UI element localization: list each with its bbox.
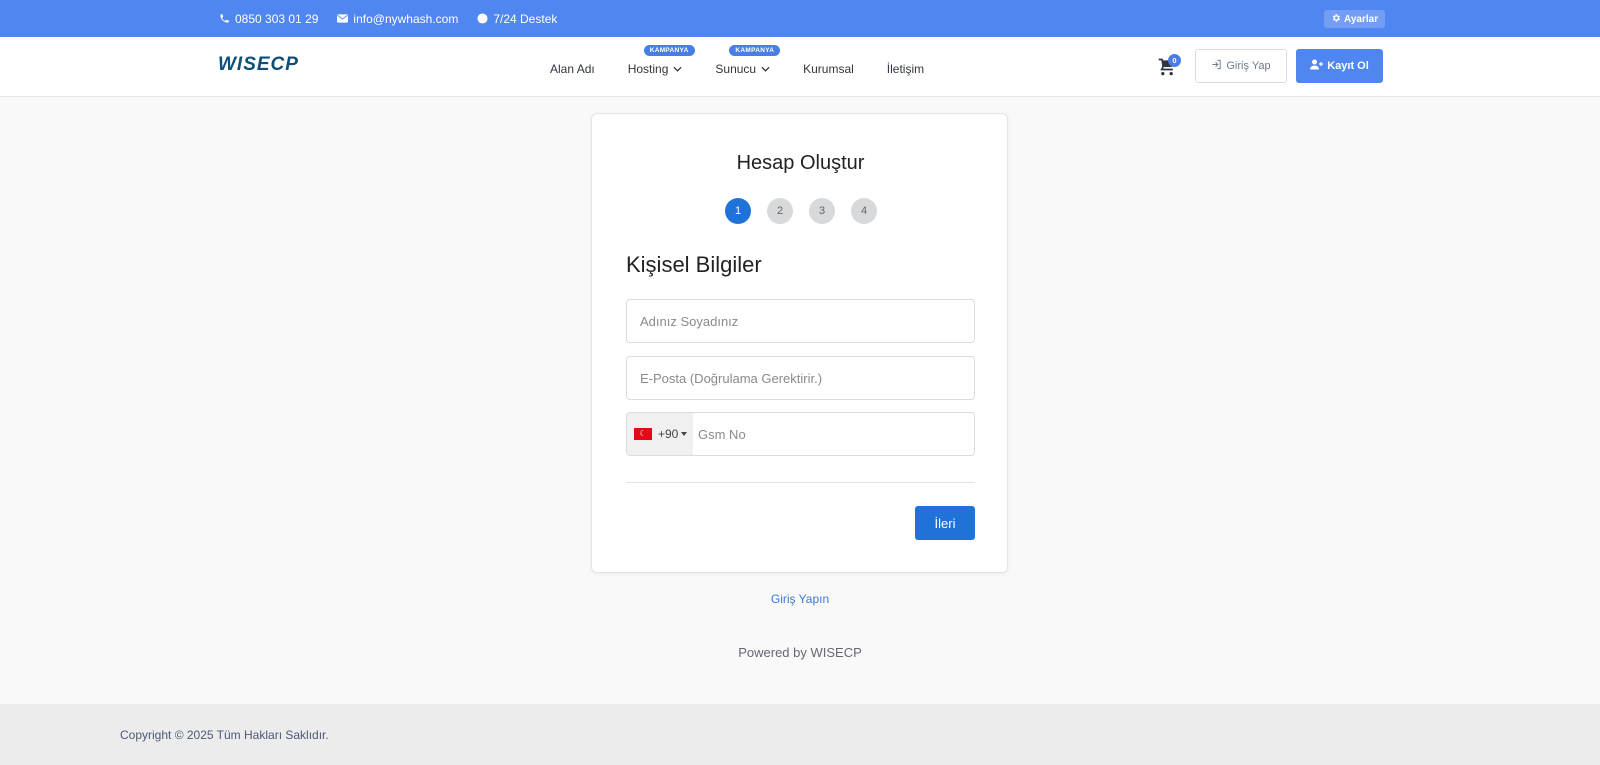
nav-label: Kurumsal (803, 61, 854, 76)
main-nav: Alan Adı KAMPANYA Hosting KAMPANYA Sunuc… (550, 37, 957, 97)
mail-icon (336, 13, 348, 25)
footer: Copyright © 2025 Tüm Hakları Saklıdır. (0, 704, 1600, 765)
support-contact: 7/24 Destek (476, 12, 557, 26)
section-title: Kişisel Bilgiler (626, 252, 762, 277)
campaign-badge: KAMPANYA (729, 45, 781, 56)
divider (626, 482, 975, 483)
support-text: 7/24 Destek (493, 11, 558, 26)
step-1: 1 (725, 198, 751, 224)
nav-label: İletişim (886, 61, 925, 76)
campaign-badge: KAMPANYA (643, 45, 695, 56)
nav-label: Hosting (627, 61, 669, 76)
step-3: 3 (809, 198, 835, 224)
nav-label: Alan Adı (550, 61, 595, 76)
full-name-input[interactable]: Adınız Soyadınız (626, 299, 975, 343)
next-button[interactable]: İleri (915, 506, 975, 540)
full-name-placeholder: Adınız Soyadınız (640, 313, 739, 329)
email-contact[interactable]: info@nywhash.com (336, 12, 458, 26)
step-2: 2 (767, 198, 793, 224)
login-button[interactable]: Giriş Yap (1195, 49, 1287, 83)
main-header: WISECP Alan Adı KAMPANYA Hosting KAMPANY… (0, 37, 1600, 97)
country-code-select[interactable]: ☾ +90 (627, 413, 693, 455)
login-label: Giriş Yap (1226, 60, 1271, 72)
email-placeholder: E-Posta (Doğrulama Gerektirir.) (640, 370, 823, 386)
step-4: 4 (851, 198, 877, 224)
nav-item-server[interactable]: KAMPANYA Sunucu (715, 37, 781, 97)
settings-button[interactable]: Ayarlar (1324, 10, 1386, 28)
signin-link-text[interactable]: Giriş Yapın (771, 592, 829, 606)
phone-icon (218, 13, 230, 25)
settings-label: Ayarlar (1344, 13, 1379, 25)
nav-label: Sunucu (715, 61, 757, 76)
contact-info: 0850 303 01 29 info@nywhash.com 7/24 Des… (218, 0, 557, 37)
register-card: Hesap Oluştur 1 2 3 4 Kişisel Bilgiler A… (591, 113, 1008, 573)
nav-item-hosting[interactable]: KAMPANYA Hosting (627, 37, 695, 97)
nav-item-contact[interactable]: İletişim (887, 37, 924, 97)
chevron-down-icon (673, 66, 682, 72)
nav-item-corporate[interactable]: Kurumsal (803, 37, 854, 97)
nav-item-domain[interactable]: Alan Adı (550, 37, 595, 97)
clock-icon (476, 13, 488, 25)
email-field[interactable]: E-Posta (Doğrulama Gerektirir.) (626, 356, 975, 400)
email-address: info@nywhash.com (353, 11, 459, 26)
chevron-down-icon (761, 66, 770, 72)
turkey-flag-icon: ☾ (634, 428, 652, 440)
powered-by: Powered by WISECP (738, 645, 862, 660)
sign-in-icon (1211, 59, 1222, 73)
phone-contact[interactable]: 0850 303 01 29 (218, 12, 318, 26)
caret-down-icon (681, 432, 688, 436)
register-label: Kayıt Ol (1327, 60, 1369, 72)
add-user-icon (1310, 59, 1324, 73)
gear-icon (1331, 13, 1341, 26)
step-indicator: 1 2 3 4 (725, 198, 877, 224)
signin-link: Giriş Yapın (0, 592, 1600, 606)
logo[interactable]: WISECP (218, 54, 299, 76)
gsm-input[interactable]: Gsm No (693, 413, 746, 455)
phone-number: 0850 303 01 29 (235, 11, 319, 26)
cart-count-badge: 0 (1168, 54, 1181, 67)
country-code: +90 (658, 427, 679, 441)
top-bar: 0850 303 01 29 info@nywhash.com 7/24 Des… (0, 0, 1600, 37)
register-button[interactable]: Kayıt Ol (1296, 49, 1383, 83)
page-title: Hesap Oluştur (736, 152, 865, 174)
gsm-placeholder: Gsm No (698, 426, 746, 442)
phone-field: ☾ +90 Gsm No (626, 412, 975, 456)
copyright-text: Copyright © 2025 Tüm Hakları Saklıdır. (120, 728, 329, 742)
